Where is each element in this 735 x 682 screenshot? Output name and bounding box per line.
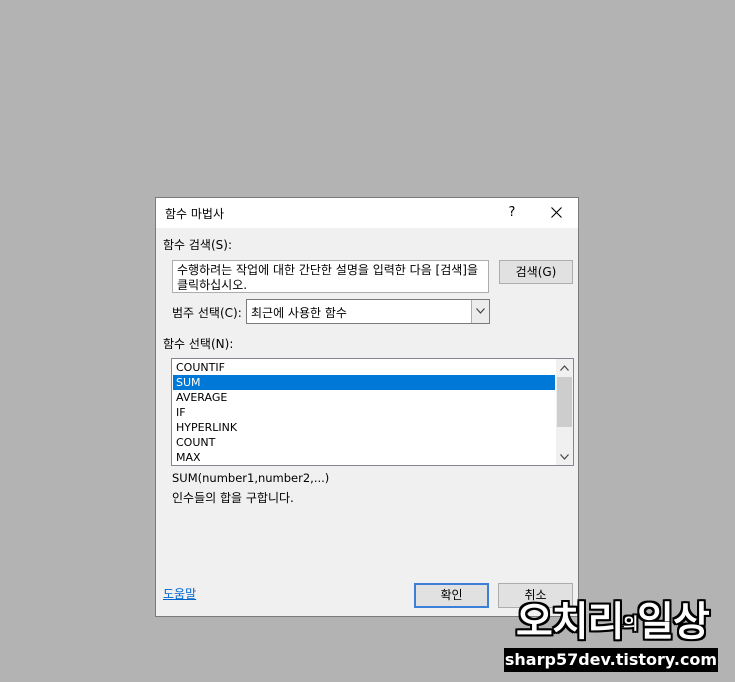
category-select[interactable]: 최근에 사용한 함수 [246, 299, 490, 324]
category-label: 범주 선택(C): [172, 306, 242, 320]
help-button[interactable]: ? [496, 198, 528, 228]
search-label: 함수 검색(S): [163, 238, 232, 252]
function-list[interactable]: COUNTIF SUM AVERAGE IF HYPERLINK COUNT M… [171, 358, 574, 466]
chevron-down-icon [560, 454, 569, 460]
close-icon [551, 207, 562, 218]
list-item[interactable]: COUNT [173, 435, 555, 450]
function-description: 인수들의 합을 구합니다. [172, 491, 294, 505]
help-link[interactable]: 도움말 [163, 585, 196, 602]
search-button[interactable]: 검색(G) [499, 260, 573, 284]
chevron-up-icon [560, 365, 569, 371]
search-input[interactable]: 수행하려는 작업에 대한 간단한 설명을 입력한 다음 [검색]을 클릭하십시오… [172, 260, 489, 293]
function-syntax: SUM(number1,number2,...) [172, 471, 330, 485]
dialog-title: 함수 마법사 [165, 207, 225, 221]
list-item-selected[interactable]: SUM [173, 375, 555, 390]
scroll-up-button[interactable] [556, 359, 573, 376]
list-item[interactable]: COUNTIF [173, 360, 555, 375]
function-select-label: 함수 선택(N): [163, 337, 234, 351]
ok-button[interactable]: 확인 [414, 583, 489, 608]
watermark-title-main: 오치리 [516, 599, 624, 645]
list-item[interactable]: HYPERLINK [173, 420, 555, 435]
scroll-down-button[interactable] [556, 448, 573, 465]
list-item[interactable]: MAX [173, 450, 555, 465]
watermark-title-end: 일상 [637, 599, 710, 645]
watermark-url: sharp57dev.tistory.com [504, 648, 718, 672]
title-bar: 함수 마법사 ? [156, 198, 578, 228]
category-dropdown-button[interactable] [471, 300, 489, 323]
category-value: 최근에 사용한 함수 [251, 306, 347, 320]
list-scrollbar[interactable] [556, 359, 573, 465]
function-wizard-dialog: 함수 마법사 ? 함수 검색(S): 수행하려는 작업에 대한 간단한 설명을 … [155, 197, 579, 617]
list-item[interactable]: AVERAGE [173, 390, 555, 405]
chevron-down-icon [476, 308, 485, 314]
close-button[interactable] [540, 198, 572, 228]
scroll-thumb[interactable] [557, 377, 572, 427]
watermark-title-small: 의 [623, 614, 638, 633]
list-item[interactable]: IF [173, 405, 555, 420]
watermark-title: 오치리의일상 [516, 599, 710, 646]
